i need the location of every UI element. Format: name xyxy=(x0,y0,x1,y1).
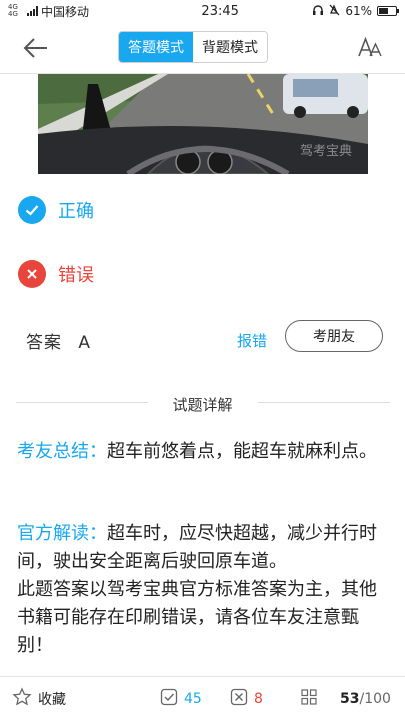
correct-count-button[interactable]: 45 xyxy=(160,677,202,720)
wrong-count-button[interactable]: 8 xyxy=(230,677,263,720)
checkmark-icon xyxy=(18,196,46,224)
carrier-name: 中国移动 xyxy=(41,4,90,19)
report-error-link[interactable]: 报错 xyxy=(237,330,267,351)
official-explanation: 官方解读：超车时，应尽快超越，减少并行时间，驶出安全距离后驶回原车道。 此题答案… xyxy=(17,520,391,660)
battery-percent: 61% xyxy=(345,4,372,18)
image-watermark: 驾考宝典 xyxy=(299,144,352,159)
status-bar: 4G 4G 中国移动 23:45 61% xyxy=(0,0,405,22)
wrong-count: 8 xyxy=(254,691,263,707)
current-question-number: 53 xyxy=(340,691,360,707)
status-left: 4G 4G 中国移动 xyxy=(8,3,148,20)
check-box-icon xyxy=(160,688,178,710)
answer-value: A xyxy=(78,333,92,353)
disclaimer-text: 此题答案以驾考宝典官方标准答案为主，其他书籍可能存在印刷错误，请各位车友注意甄别… xyxy=(17,579,377,656)
option-correct[interactable]: 正确 xyxy=(18,196,94,224)
correct-count: 45 xyxy=(184,691,202,707)
mode-switch: 答题模式 背题模式 xyxy=(118,31,268,63)
option-correct-label: 正确 xyxy=(58,201,94,222)
friend-summary: 考友总结：超车前悠着点，能超车就麻利点。 xyxy=(17,438,391,466)
signal-icon xyxy=(27,6,38,16)
divider-right xyxy=(258,402,390,403)
cross-box-icon xyxy=(230,688,248,710)
option-wrong[interactable]: 错误 xyxy=(18,260,94,288)
star-icon xyxy=(12,687,32,711)
explanation-panel: 试题详解 考友总结：超车前悠着点，能超车就麻利点。 官方解读：超车时，应尽快超越… xyxy=(0,374,405,676)
question-panel: 驾考宝典 正确 错误 答案 A 报错 考朋友 xyxy=(0,74,405,374)
question-grid-button[interactable] xyxy=(300,677,318,720)
network-type-label: 4G 4G xyxy=(8,3,18,18)
headset-icon xyxy=(312,4,324,19)
option-wrong-label: 错误 xyxy=(58,265,94,286)
answer-caption: 答案 xyxy=(26,333,62,353)
status-right: 61% xyxy=(312,3,399,19)
tab-answer-mode[interactable]: 答题模式 xyxy=(119,32,193,62)
official-tag: 官方解读： xyxy=(17,523,107,544)
explanation-title: 试题详解 xyxy=(172,396,233,414)
friend-summary-text: 超车前悠着点，能超车就麻利点。 xyxy=(107,441,377,462)
total-questions: /100 xyxy=(359,691,391,707)
status-time: 23:45 xyxy=(201,3,239,19)
font-size-icon[interactable] xyxy=(357,35,383,61)
challenge-friend-button[interactable]: 考朋友 xyxy=(285,320,383,352)
battery-icon xyxy=(377,6,399,16)
friend-summary-tag: 考友总结： xyxy=(17,441,107,462)
question-progress: 53/100 xyxy=(340,677,391,720)
bottom-toolbar: 收藏 45 8 53/100 xyxy=(0,676,405,720)
cross-icon xyxy=(18,260,46,288)
favorite-label: 收藏 xyxy=(38,692,66,708)
top-navigation-bar: 答题模式 背题模式 xyxy=(0,22,405,74)
answer-row: 答案 A 报错 考朋友 xyxy=(0,318,405,364)
answer-label: 答案 A xyxy=(26,328,91,353)
back-arrow-icon[interactable] xyxy=(20,34,50,62)
mute-icon xyxy=(329,3,340,19)
favorite-button[interactable]: 收藏 xyxy=(12,677,66,720)
question-image: 驾考宝典 xyxy=(38,74,368,174)
tab-recite-mode[interactable]: 背题模式 xyxy=(193,32,267,62)
grid-icon xyxy=(300,688,318,710)
